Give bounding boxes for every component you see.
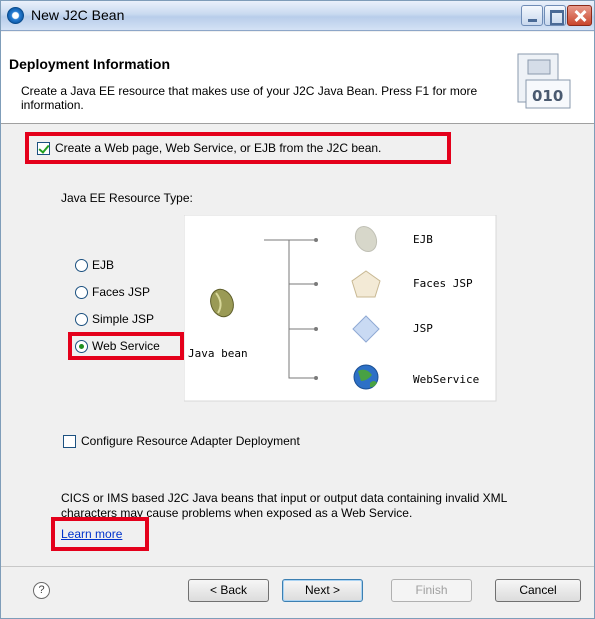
radio-simple-jsp-label: Simple JSP (92, 312, 155, 326)
diagram-target-web-service: WebService (413, 373, 480, 386)
next-button[interactable]: Next > (282, 579, 363, 602)
resource-type-label: Java EE Resource Type: (61, 191, 193, 205)
maximize-button[interactable] (544, 5, 566, 26)
configure-adapter-label: Configure Resource Adapter Deployment (81, 434, 300, 448)
new-j2c-bean-dialog: New J2C Bean Deployment Information Crea… (0, 0, 595, 619)
svg-text:010: 010 (532, 87, 563, 105)
diagram-source-label: Java bean (188, 347, 248, 360)
radio-ejb-label: EJB (92, 258, 115, 272)
create-resource-label: Create a Web page, Web Service, or EJB f… (55, 141, 382, 155)
binary-bean-icon: 010 (517, 53, 571, 109)
help-icon[interactable]: ? (33, 582, 50, 599)
diagram-target-jsp: JSP (413, 322, 433, 335)
window-title: New J2C Bean (31, 7, 125, 23)
diagram-target-faces-jsp: Faces JSP (413, 277, 473, 290)
configure-adapter-checkbox[interactable] (63, 435, 76, 448)
page-description: Create a Java EE resource that makes use… (21, 84, 478, 112)
header-banner: Deployment Information Create a Java EE … (1, 32, 594, 124)
app-icon (7, 7, 24, 24)
cancel-button[interactable]: Cancel (495, 579, 581, 602)
close-button[interactable] (567, 5, 592, 26)
radio-ejb[interactable] (75, 259, 88, 272)
radio-faces-jsp[interactable] (75, 286, 88, 299)
warning-text-line-1: CICS or IMS based J2C Java beans that in… (61, 491, 508, 505)
create-resource-checkbox[interactable] (37, 142, 50, 155)
finish-button[interactable]: Finish (391, 579, 472, 602)
learn-more-link[interactable]: Learn more (61, 527, 122, 541)
radio-web-service-label: Web Service (92, 339, 160, 353)
web-service-icon (353, 364, 379, 390)
radio-simple-jsp[interactable] (75, 313, 88, 326)
minimize-button[interactable] (521, 5, 543, 26)
footer-separator (1, 566, 594, 567)
back-button[interactable]: < Back (188, 579, 269, 602)
page-title: Deployment Information (9, 56, 171, 72)
title-bar[interactable]: New J2C Bean (1, 1, 594, 31)
radio-web-service[interactable] (75, 340, 88, 353)
diagram-target-ejb: EJB (413, 233, 433, 246)
radio-faces-jsp-label: Faces JSP (92, 285, 151, 299)
